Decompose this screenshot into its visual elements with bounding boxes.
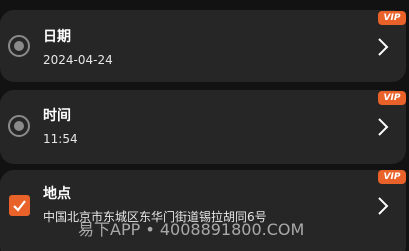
radio-icon[interactable] — [8, 115, 30, 137]
watermark-text: 易下APP • 4008891800.COM — [78, 220, 305, 239]
time-value: 11:54 — [43, 132, 78, 146]
vip-badge: VIP — [378, 91, 406, 105]
list-item-time[interactable]: 时间 11:54 — [0, 90, 406, 164]
time-title: 时间 — [43, 108, 71, 124]
date-value: 2024-04-24 — [43, 53, 113, 67]
settings-list: 日期 2024-04-24 VIP 时间 11:54 VIP 地点 中国北京市东… — [0, 0, 409, 251]
chevron-right-icon[interactable] — [377, 196, 389, 216]
list-item-date[interactable]: 日期 2024-04-24 — [0, 10, 406, 82]
chevron-right-icon[interactable] — [377, 37, 389, 57]
location-title: 地点 — [43, 186, 71, 202]
radio-icon[interactable] — [8, 35, 30, 57]
vip-badge: VIP — [378, 11, 406, 25]
checkbox-checked-icon[interactable] — [9, 195, 30, 216]
date-title: 日期 — [43, 29, 71, 45]
chevron-right-icon[interactable] — [377, 117, 389, 137]
vip-badge: VIP — [378, 170, 406, 184]
